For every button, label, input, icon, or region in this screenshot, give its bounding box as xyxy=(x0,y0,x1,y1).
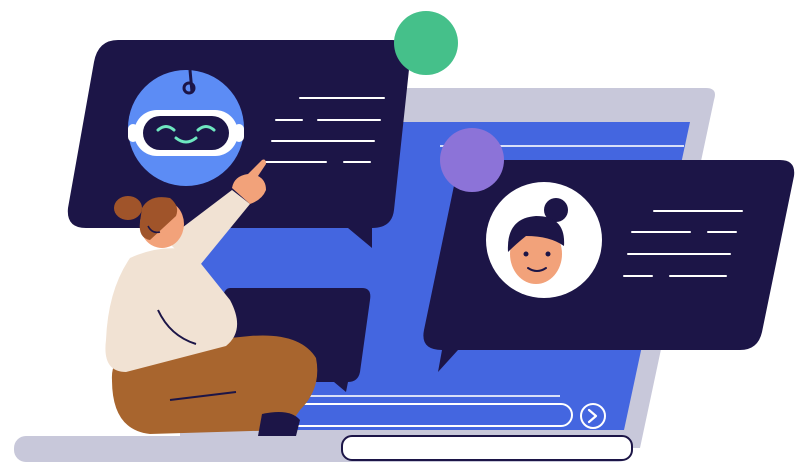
user-chat-bubble xyxy=(423,160,795,372)
chatbot-illustration xyxy=(14,11,795,462)
shoe xyxy=(258,412,300,436)
typing-badge xyxy=(394,11,458,75)
hair-bun xyxy=(114,196,142,220)
woman-avatar-icon xyxy=(486,182,602,298)
question-badge xyxy=(440,128,504,192)
robot-avatar-icon xyxy=(128,69,244,186)
